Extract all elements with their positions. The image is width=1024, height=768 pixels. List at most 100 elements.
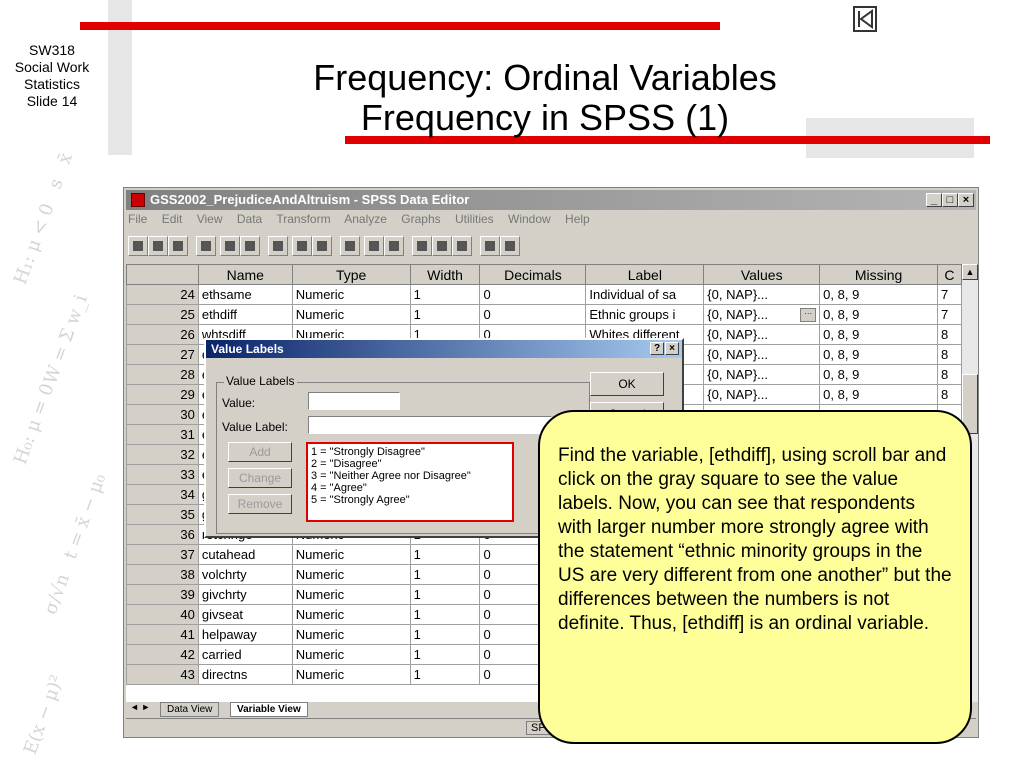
split-file-icon[interactable] [412,236,432,256]
columns-cell[interactable]: 8 [936,364,962,385]
name-cell[interactable]: ethdiff [197,304,293,325]
missing-cell[interactable]: 0, 8, 9 [819,324,938,345]
type-cell[interactable]: Numeric [291,564,411,585]
table-row[interactable]: 25 ethdiff Numeric 1 0 Ethnic groups i {0, NAP… [126,304,962,325]
column-header-label[interactable]: Label [585,264,705,285]
decimals-cell[interactable]: 0 [479,304,587,325]
missing-cell[interactable]: 0, 8, 9 [819,364,938,385]
variables-icon[interactable] [312,236,332,256]
name-cell[interactable]: volchrty [197,564,293,585]
column-header-decimals[interactable]: Decimals [479,264,587,285]
menu-analyze[interactable]: Analyze [344,212,387,226]
list-item[interactable]: 4 = "Agree" [311,482,509,494]
columns-cell[interactable]: 7 [936,304,962,325]
values-cell[interactable]: {0, NAP}... ··· [703,304,821,325]
name-cell[interactable]: directns [197,664,293,685]
menu-utilities[interactable]: Utilities [455,212,494,226]
column-header-missing[interactable]: Missing [819,264,938,285]
tab-scroll-arrows-icon[interactable]: ◄ ► [130,702,150,712]
goto-chart-icon[interactable] [268,236,288,256]
scroll-up-arrow-icon[interactable]: ▲ [962,264,978,280]
list-item[interactable]: 1 = "Strongly Disagree" [311,446,509,458]
name-cell[interactable]: ethsame [197,284,293,305]
missing-cell[interactable]: 0, 8, 9 [819,284,938,305]
label-cell[interactable]: Ethnic groups i [585,304,705,325]
menu-window[interactable]: Window [508,212,551,226]
value-labels-list[interactable]: 1 = "Strongly Disagree" 2 = "Disagree" 3… [306,442,514,522]
type-cell[interactable]: Numeric [291,624,411,645]
columns-cell[interactable]: 8 [936,344,962,365]
column-header-name[interactable]: Name [197,264,293,285]
values-cell[interactable]: {0, NAP}... [703,344,821,365]
type-cell[interactable]: Numeric [291,584,411,605]
type-cell[interactable]: Numeric [291,644,411,665]
tab-variable-view[interactable]: Variable View [230,702,308,717]
maximize-button[interactable]: □ [942,193,958,207]
label-cell[interactable]: Individual of sa [585,284,705,305]
name-cell[interactable]: givchrty [197,584,293,605]
first-slide-button[interactable] [853,6,877,32]
use-sets-icon[interactable] [500,236,520,256]
width-cell[interactable]: 1 [409,284,481,305]
value-label-input[interactable] [308,416,552,434]
dialog-help-button[interactable]: ? [650,342,664,355]
dialog-recall-icon[interactable] [196,236,216,256]
ok-button[interactable]: OK [590,372,664,396]
menu-graphs[interactable]: Graphs [401,212,440,226]
columns-cell[interactable]: 7 [936,284,962,305]
name-cell[interactable]: carried [197,644,293,665]
menu-data[interactable]: Data [237,212,262,226]
menu-edit[interactable]: Edit [162,212,183,226]
type-cell[interactable]: Numeric [291,604,411,625]
redo-icon[interactable] [240,236,260,256]
goto-case-icon[interactable] [292,236,312,256]
table-row[interactable]: 24 ethsame Numeric 1 0 Individual of sa {0, NA… [126,284,962,305]
list-item[interactable]: 5 = "Strongly Agree" [311,494,509,506]
menu-help[interactable]: Help [565,212,590,226]
type-cell[interactable]: Numeric [291,544,411,565]
select-cases-icon[interactable] [452,236,472,256]
value-labels-icon[interactable] [480,236,500,256]
name-cell[interactable]: helpaway [197,624,293,645]
name-cell[interactable]: cutahead [197,544,293,565]
column-header-width[interactable]: Width [409,264,481,285]
name-cell[interactable]: givseat [197,604,293,625]
tab-data-view[interactable]: Data View [160,702,220,717]
list-item[interactable]: 2 = "Disagree" [311,458,509,470]
insert-variable-icon[interactable] [384,236,404,256]
save-icon[interactable] [148,236,168,256]
missing-cell[interactable]: 0, 8, 9 [819,344,938,365]
close-button[interactable]: × [958,193,974,207]
width-cell[interactable]: 1 [409,584,481,605]
column-header-type[interactable]: Type [291,264,411,285]
menu-view[interactable]: View [197,212,223,226]
change-button[interactable]: Change [228,468,292,488]
decimals-cell[interactable]: 0 [479,284,587,305]
width-cell[interactable]: 1 [409,624,481,645]
open-icon[interactable] [128,236,148,256]
type-cell[interactable]: Numeric [291,284,411,305]
missing-cell[interactable]: 0, 8, 9 [819,304,938,325]
dialog-titlebar[interactable]: Value Labels ? × [206,340,682,358]
weight-cases-icon[interactable] [432,236,452,256]
undo-icon[interactable] [220,236,240,256]
column-header-values[interactable]: Values [703,264,821,285]
values-cell[interactable]: {0, NAP}... [703,324,821,345]
menu-transform[interactable]: Transform [276,212,330,226]
value-input[interactable] [308,392,400,410]
width-cell[interactable]: 1 [409,604,481,625]
type-cell[interactable]: Numeric [291,664,411,685]
find-icon[interactable] [340,236,360,256]
width-cell[interactable]: 1 [409,644,481,665]
dialog-close-button[interactable]: × [665,342,679,355]
width-cell[interactable]: 1 [409,304,481,325]
type-cell[interactable]: Numeric [291,304,411,325]
column-header-columns[interactable]: C [936,264,962,285]
menu-file[interactable]: File [128,212,147,226]
list-item[interactable]: 3 = "Neither Agree nor Disagree" [311,470,509,482]
values-cell[interactable]: {0, NAP}... [703,384,821,405]
width-cell[interactable]: 1 [409,564,481,585]
missing-cell[interactable]: 0, 8, 9 [819,384,938,405]
values-cell[interactable]: {0, NAP}... [703,364,821,385]
width-cell[interactable]: 1 [409,544,481,565]
